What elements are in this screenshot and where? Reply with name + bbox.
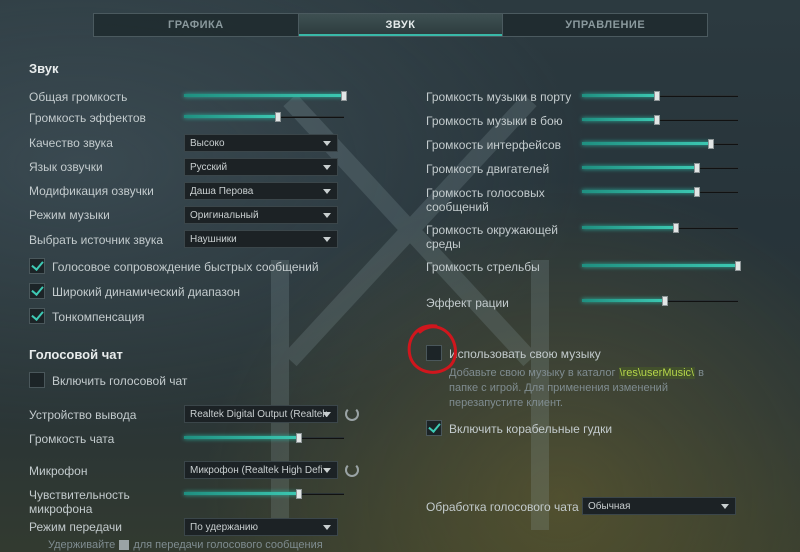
sound-quality-value: Высоко: [190, 137, 225, 149]
chat-volume-label: Громкость чата: [29, 432, 115, 446]
battle-music-slider[interactable]: [582, 114, 738, 126]
voice-processing-value: Обычная: [588, 500, 631, 512]
chat-volume-slider[interactable]: [184, 432, 344, 444]
effects-volume-label: Громкость эффектов: [29, 111, 146, 125]
battle-music-label: Громкость музыки в бою: [426, 114, 563, 128]
ship-horns-label: Включить корабельные гудки: [449, 422, 613, 436]
mic-sensitivity-slider[interactable]: [184, 488, 344, 500]
push-to-talk-hint: Удерживайте для передачи голосового сообщ…: [48, 538, 323, 552]
microphone-label: Микрофон: [29, 464, 88, 478]
shooting-label: Громкость стрельбы: [426, 260, 540, 274]
dynamic-range-checkbox[interactable]: [29, 283, 45, 299]
chevron-down-icon: [323, 189, 331, 194]
radio-effect-label: Эффект рации: [426, 296, 509, 310]
music-mode-value: Оригинальный: [190, 209, 259, 221]
voice-processing-select[interactable]: Обычная: [582, 497, 736, 515]
chevron-down-icon: [323, 525, 331, 530]
voice-messages-label: Громкость голосовых сообщений: [426, 186, 545, 214]
master-volume-label: Общая громкость: [29, 90, 128, 104]
refresh-icon[interactable]: [345, 463, 359, 477]
sound-quality-select[interactable]: Высоко: [184, 134, 338, 152]
ambient-label: Громкость окружающей среды: [426, 223, 558, 251]
loudness-label: Тонкомпенсация: [52, 310, 145, 324]
transmit-mode-label: Режим передачи: [29, 520, 122, 534]
chevron-down-icon: [323, 237, 331, 242]
tab-sound[interactable]: ЗВУК: [298, 14, 504, 36]
voice-mod-label: Модификация озвучки: [29, 184, 154, 198]
port-music-slider[interactable]: [582, 90, 738, 102]
push-to-talk-hint-start: Удерживайте: [48, 539, 116, 551]
own-music-hint-start: Добавьте свою музыку в каталог: [449, 367, 619, 379]
ui-volume-label: Громкость интерфейсов: [426, 138, 562, 152]
sound-source-value: Наушники: [190, 233, 237, 245]
music-mode-select[interactable]: Оригинальный: [184, 206, 338, 224]
enable-voice-chat-checkbox[interactable]: [29, 372, 45, 388]
chevron-down-icon: [323, 141, 331, 146]
radio-effect-slider[interactable]: [582, 295, 738, 307]
quick-messages-checkbox[interactable]: [29, 258, 45, 274]
voice-language-label: Язык озвучки: [29, 160, 103, 174]
voice-mod-select[interactable]: Даша Перова: [184, 182, 338, 200]
music-folder-path: \res\userMusic\: [618, 367, 696, 379]
voice-language-select[interactable]: Русский: [184, 158, 338, 176]
shooting-slider[interactable]: [582, 260, 741, 272]
ui-volume-slider[interactable]: [582, 138, 738, 150]
own-music-checkbox[interactable]: [426, 345, 442, 361]
effects-volume-slider[interactable]: [184, 111, 344, 123]
microphone-select[interactable]: Микрофон (Realtek High Defi: [184, 461, 338, 479]
engines-slider[interactable]: [582, 162, 738, 174]
push-to-talk-hint-end: для передачи голосового сообщения: [133, 539, 323, 551]
settings-tabs: ГРАФИКА ЗВУК УПРАВЛЕНИЕ: [93, 13, 708, 37]
tab-graphics[interactable]: ГРАФИКА: [94, 14, 299, 36]
tab-controls[interactable]: УПРАВЛЕНИЕ: [503, 14, 707, 36]
voice-language-value: Русский: [190, 161, 228, 173]
voice-mod-value: Даша Перова: [190, 185, 254, 197]
loudness-checkbox[interactable]: [29, 308, 45, 324]
output-device-label: Устройство вывода: [29, 408, 137, 422]
chevron-down-icon: [323, 165, 331, 170]
own-music-label: Использовать свою музыку: [449, 347, 601, 361]
sound-quality-label: Качество звука: [29, 136, 113, 150]
chevron-down-icon: [323, 468, 331, 473]
transmit-mode-value: По удержанию: [190, 521, 259, 533]
dynamic-range-label: Широкий динамический диапазон: [52, 285, 240, 299]
own-music-hint: Добавьте свою музыку в каталог \res\user…: [449, 366, 729, 411]
key-icon: [119, 540, 130, 551]
voice-messages-slider[interactable]: [582, 186, 738, 198]
master-volume-slider[interactable]: [184, 90, 347, 102]
output-device-value: Realtek Digital Output (Realtek: [190, 408, 328, 420]
voice-chat-section-title: Голосовой чат: [29, 347, 123, 362]
transmit-mode-select[interactable]: По удержанию: [184, 518, 338, 536]
ambient-slider[interactable]: [582, 222, 738, 234]
enable-voice-chat-label: Включить голосовой чат: [52, 374, 188, 388]
chevron-down-icon: [323, 213, 331, 218]
sound-section-title: Звук: [29, 61, 59, 76]
refresh-icon[interactable]: [345, 407, 359, 421]
chevron-down-icon: [721, 504, 729, 509]
port-music-label: Громкость музыки в порту: [426, 90, 572, 104]
sound-source-select[interactable]: Наушники: [184, 230, 338, 248]
quick-messages-label: Голосовое сопровождение быстрых сообщени…: [52, 260, 319, 274]
chevron-down-icon: [323, 412, 331, 417]
ship-horns-checkbox[interactable]: [426, 420, 442, 436]
music-mode-label: Режим музыки: [29, 208, 110, 222]
mic-sensitivity-label: Чувствительность микрофона: [29, 488, 130, 516]
voice-processing-label: Обработка голосового чата: [426, 500, 579, 514]
engines-label: Громкость двигателей: [426, 162, 550, 176]
output-device-select[interactable]: Realtek Digital Output (Realtek: [184, 405, 338, 423]
sound-source-label: Выбрать источник звука: [29, 233, 164, 247]
microphone-value: Микрофон (Realtek High Defi: [190, 464, 323, 476]
